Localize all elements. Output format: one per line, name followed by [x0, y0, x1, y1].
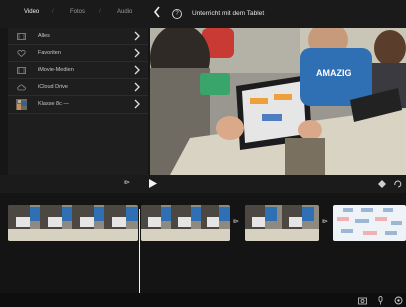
- top-bar: Video / Fotos / Audio ? Unterricht mit d…: [0, 0, 406, 28]
- clip-track: ⧐ ⧐: [0, 205, 406, 307]
- library-item-label: Klasse 8c —: [38, 101, 69, 107]
- library-item-label: Alles: [38, 33, 50, 39]
- skip-back-icon[interactable]: ⧐: [124, 179, 130, 186]
- film-icon: [17, 67, 26, 74]
- library-item-favoriten[interactable]: Favoriten: [8, 45, 148, 62]
- chevron-right-icon: [134, 65, 140, 75]
- imovie-editor: Video / Fotos / Audio ? Unterricht mit d…: [0, 0, 406, 307]
- transition-icon[interactable]: ⧐: [322, 218, 328, 225]
- film-icon: [17, 33, 26, 40]
- play-icon[interactable]: [149, 179, 157, 188]
- library-item-label: Favoriten: [38, 50, 61, 56]
- segment-video[interactable]: Video: [24, 9, 39, 21]
- undo-icon[interactable]: [394, 180, 402, 188]
- video-clip[interactable]: [245, 205, 319, 241]
- preview-frame-image: AMAZIG: [150, 28, 406, 175]
- album-thumbnail-icon: [16, 99, 27, 110]
- media-library: Alles Favoriten iMovie-Medien iCloud Dri…: [8, 28, 148, 175]
- clip-thumbnail-image: [141, 205, 230, 241]
- chevron-right-icon: [134, 31, 140, 41]
- library-item-album[interactable]: Klasse 8c —: [8, 96, 148, 114]
- clip-thumbnail-image: [333, 205, 406, 241]
- cloud-icon: [17, 84, 26, 91]
- chevron-right-icon: [134, 82, 140, 92]
- segment-fotos[interactable]: Fotos: [70, 9, 85, 21]
- library-item-label: iMovie-Medien: [38, 67, 74, 73]
- bottom-toolbar: [0, 293, 406, 307]
- segment-audio[interactable]: Audio: [117, 9, 132, 21]
- video-clip[interactable]: [8, 205, 138, 241]
- timeline: ⧐ ⧐ ⧐: [0, 175, 406, 307]
- library-item-imovie-medien[interactable]: iMovie-Medien: [8, 62, 148, 79]
- timeline-toolbar: ⧐: [0, 175, 406, 193]
- library-item-alles[interactable]: Alles: [8, 28, 148, 45]
- camera-icon[interactable]: [358, 296, 367, 305]
- clip-thumbnail-image: [245, 205, 319, 241]
- chevron-right-icon: [134, 99, 140, 109]
- help-icon[interactable]: ?: [172, 9, 182, 19]
- video-clip[interactable]: [141, 205, 230, 241]
- project-title: Unterricht mit dem Tablet: [192, 10, 265, 17]
- settings-drop-icon[interactable]: [378, 180, 386, 188]
- library-item-label: iCloud Drive: [38, 84, 68, 90]
- heart-icon: [17, 50, 26, 57]
- svg-text:AMAZIG: AMAZIG: [316, 68, 352, 78]
- chevron-right-icon: [134, 48, 140, 58]
- segment-separator: /: [99, 9, 101, 15]
- settings-icon[interactable]: [394, 296, 403, 305]
- library-item-icloud-drive[interactable]: iCloud Drive: [8, 79, 148, 96]
- back-chevron-icon[interactable]: [153, 6, 161, 18]
- microphone-icon[interactable]: [376, 296, 385, 305]
- transition-icon[interactable]: ⧐: [233, 218, 239, 225]
- clip-thumbnail-image: [8, 205, 138, 241]
- video-preview[interactable]: AMAZIG: [150, 28, 406, 175]
- segment-separator: /: [52, 9, 54, 15]
- video-clip[interactable]: [333, 205, 406, 241]
